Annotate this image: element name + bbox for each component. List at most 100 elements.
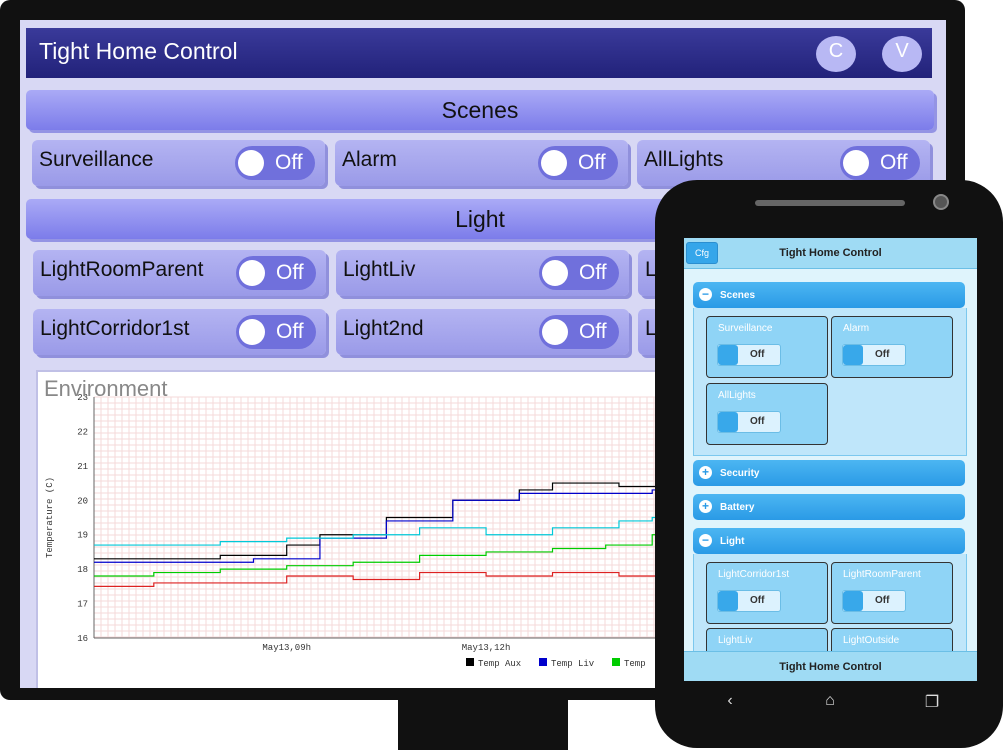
- light-tile-2nd[interactable]: Light2nd Off: [336, 309, 629, 355]
- toggle-switch[interactable]: Off: [717, 590, 781, 612]
- toggle-switch[interactable]: Off: [717, 411, 781, 433]
- scene-label: AllLights: [644, 148, 724, 171]
- monitor-stand: [398, 698, 568, 750]
- mobile-light-corridor1st[interactable]: LightCorridor1st Off: [706, 562, 828, 624]
- y-tick-label: 19: [77, 531, 88, 541]
- toggle-state: Off: [276, 320, 304, 343]
- toggle-knob: [843, 591, 863, 611]
- scene-tile-surveillance[interactable]: Surveillance Off: [32, 140, 325, 186]
- minus-icon: −: [699, 288, 712, 301]
- light-label: LightCorridor1st: [718, 569, 790, 580]
- back-icon[interactable]: ‹: [715, 692, 745, 710]
- mobile-light-header[interactable]: − Light: [693, 528, 965, 554]
- legend-swatch: [539, 658, 547, 666]
- light-label: LightLiv: [343, 258, 416, 281]
- toggle-state: Off: [276, 261, 304, 284]
- toggle-knob: [541, 150, 567, 176]
- mobile-header: Cfg Tight Home Control: [684, 238, 977, 269]
- scene-label: Alarm: [843, 323, 870, 334]
- camera-icon: [933, 194, 949, 210]
- scenes-section-header[interactable]: Scenes: [26, 90, 934, 130]
- mobile-screen: Cfg Tight Home Control − Scenes Surveill…: [684, 238, 977, 681]
- y-tick-label: 16: [77, 634, 88, 644]
- light-tile-liv[interactable]: LightLiv Off: [336, 250, 629, 296]
- legend-label: Temp Liv: [551, 659, 595, 669]
- minus-icon: −: [699, 534, 712, 547]
- toggle-switch[interactable]: Off: [842, 590, 906, 612]
- app-title: Tight Home Control: [39, 38, 238, 64]
- toggle-knob: [239, 260, 265, 286]
- home-icon[interactable]: ⌂: [815, 692, 845, 710]
- light-label: LightLiv: [718, 635, 753, 646]
- mobile-battery-header[interactable]: + Battery: [693, 494, 965, 520]
- x-tick-label: May13,12h: [462, 643, 511, 653]
- mobile-scene-alllights[interactable]: AllLights Off: [706, 383, 828, 445]
- toggle-state: Off: [579, 320, 607, 343]
- y-tick-label: 20: [77, 496, 88, 506]
- scene-label: Surveillance: [39, 148, 154, 171]
- toggle-switch[interactable]: Off: [840, 146, 920, 180]
- toggle-knob: [542, 319, 568, 345]
- toggle-switch[interactable]: Off: [539, 315, 619, 349]
- scene-tile-alarm[interactable]: Alarm Off: [335, 140, 628, 186]
- toggle-state: Off: [875, 349, 890, 360]
- mobile-security-header[interactable]: + Security: [693, 460, 965, 486]
- toggle-knob: [843, 150, 869, 176]
- v-button[interactable]: V: [882, 36, 922, 72]
- toggle-knob: [542, 260, 568, 286]
- mobile-light-content: LightCorridor1st Off LightRoomParent Off…: [693, 554, 967, 681]
- section-label: Security: [720, 468, 760, 479]
- y-axis-label: Temperature (C): [45, 477, 55, 558]
- toggle-state: Off: [579, 261, 607, 284]
- section-label: Scenes: [720, 290, 756, 301]
- y-tick-label: 18: [77, 565, 88, 575]
- mobile-scenes-content: Surveillance Off Alarm Off AllLights Off: [693, 308, 967, 456]
- toggle-switch[interactable]: Off: [538, 146, 618, 180]
- light-label: LightRoomParent: [40, 258, 204, 281]
- toggle-switch[interactable]: Off: [842, 344, 906, 366]
- toggle-switch[interactable]: Off: [235, 146, 315, 180]
- c-button[interactable]: C: [816, 36, 856, 72]
- legend-label: Temp: [624, 659, 646, 669]
- light-tile-corridor1st[interactable]: LightCorridor1st Off: [33, 309, 326, 355]
- legend-swatch: [612, 658, 620, 666]
- section-label: Battery: [720, 502, 755, 513]
- mobile-scene-alarm[interactable]: Alarm Off: [831, 316, 953, 378]
- mobile-title: Tight Home Control: [779, 247, 882, 259]
- mobile-scene-surveillance[interactable]: Surveillance Off: [706, 316, 828, 378]
- y-tick-label: 17: [77, 600, 88, 610]
- phone-frame: Cfg Tight Home Control − Scenes Surveill…: [655, 180, 1003, 748]
- light-tile-roomparent[interactable]: LightRoomParent Off: [33, 250, 326, 296]
- scene-label: AllLights: [718, 390, 756, 401]
- toggle-switch[interactable]: Off: [236, 315, 316, 349]
- x-tick-label: May13,09h: [262, 643, 311, 653]
- plus-icon: +: [699, 466, 712, 479]
- mobile-scenes-header[interactable]: − Scenes: [693, 282, 965, 308]
- toggle-state: Off: [750, 595, 765, 606]
- toggle-knob: [843, 345, 863, 365]
- toggle-switch[interactable]: Off: [539, 256, 619, 290]
- plus-icon: +: [699, 500, 712, 513]
- toggle-switch[interactable]: Off: [717, 344, 781, 366]
- toggle-state: Off: [578, 151, 606, 174]
- legend-label: Temp Aux: [478, 659, 521, 669]
- scene-label: Surveillance: [718, 323, 773, 334]
- legend-swatch: [466, 658, 474, 666]
- mobile-footer: Tight Home Control: [684, 651, 977, 681]
- toggle-switch[interactable]: Off: [236, 256, 316, 290]
- toggle-state: Off: [875, 595, 890, 606]
- toggle-knob: [718, 345, 738, 365]
- y-tick-label: 22: [77, 427, 88, 437]
- recent-apps-icon[interactable]: ❐: [917, 692, 947, 712]
- toggle-state: Off: [750, 416, 765, 427]
- toggle-state: Off: [750, 349, 765, 360]
- scene-label: Alarm: [342, 148, 397, 171]
- mobile-light-roomparent[interactable]: LightRoomParent Off: [831, 562, 953, 624]
- app-header: Tight Home Control C V: [26, 28, 932, 78]
- toggle-knob: [718, 412, 738, 432]
- toggle-knob: [239, 319, 265, 345]
- toggle-knob: [718, 591, 738, 611]
- light-label: LightOutside: [843, 635, 900, 646]
- chart-title: Environment: [44, 376, 168, 401]
- y-tick-label: 21: [77, 462, 88, 472]
